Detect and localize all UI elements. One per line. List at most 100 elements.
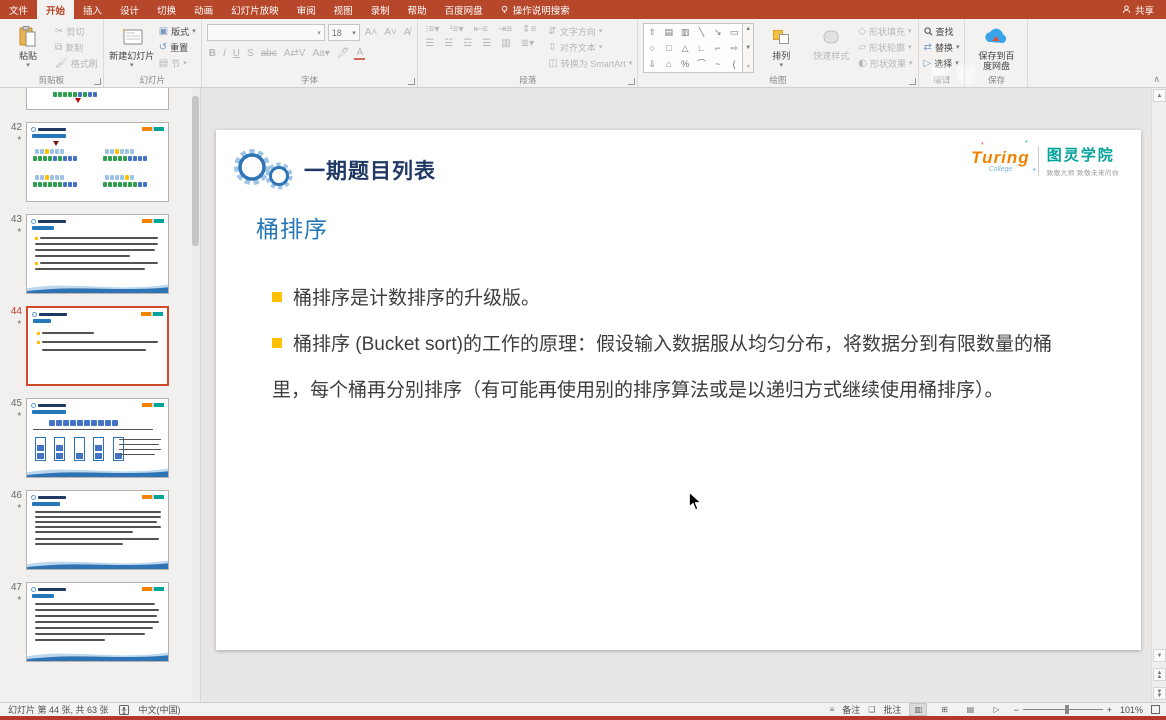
cut-button[interactable]: ✂ 剪切 bbox=[55, 23, 98, 39]
reading-view-button[interactable]: ▤ bbox=[961, 703, 979, 716]
reset-button[interactable]: ↺ 重置 bbox=[159, 39, 196, 55]
language-status[interactable]: 中文(中国) bbox=[139, 703, 181, 716]
tab-home[interactable]: 开始 bbox=[37, 0, 75, 19]
zoom-slider-thumb[interactable] bbox=[1064, 705, 1069, 714]
thumbnail-slide-47[interactable]: 47 ★ bbox=[2, 582, 200, 662]
tab-view[interactable]: 视图 bbox=[325, 0, 362, 19]
shape-fill-button[interactable]: ◇ 形状填充 ▾ bbox=[858, 23, 912, 39]
tab-baidu-netdisk[interactable]: 百度网盘 bbox=[436, 0, 492, 19]
columns-button[interactable]: ▥ bbox=[499, 38, 512, 49]
scroll-down-button[interactable]: ▼ bbox=[1153, 649, 1166, 662]
justify-button[interactable]: ☰ bbox=[480, 38, 493, 49]
tab-slideshow[interactable]: 幻灯片放映 bbox=[222, 0, 288, 19]
paragraph-dialog-launcher[interactable] bbox=[628, 78, 636, 85]
text-direction-button[interactable]: ⇵ 文字方向 ▾ bbox=[548, 23, 632, 39]
save-to-baidu-button[interactable]: 保存到百度网盘 bbox=[970, 23, 1022, 74]
change-case-button[interactable]: Aa▾ bbox=[310, 48, 331, 59]
zoom-out-button[interactable]: − bbox=[1013, 705, 1018, 715]
highlight-color-button[interactable]: 🖊 bbox=[335, 48, 352, 59]
thumbnail-slide-45[interactable]: 45 ★ bbox=[2, 398, 200, 478]
zoom-in-button[interactable]: + bbox=[1107, 705, 1112, 715]
clipboard-dialog-launcher[interactable] bbox=[93, 78, 101, 85]
font-size-combo[interactable]: 18 ▾ bbox=[327, 24, 360, 41]
notes-button[interactable]: 备注 bbox=[842, 703, 860, 716]
bold-button[interactable]: B bbox=[207, 48, 218, 59]
quick-styles-button[interactable]: 快速样式 bbox=[808, 23, 854, 74]
accessibility-checker-icon[interactable] bbox=[118, 704, 129, 715]
tab-review[interactable]: 审阅 bbox=[288, 0, 325, 19]
strikethrough-button[interactable]: abc bbox=[259, 48, 279, 59]
mouse-cursor bbox=[688, 491, 702, 511]
drawing-dialog-launcher[interactable] bbox=[908, 78, 916, 85]
convert-smartart-button[interactable]: ◫ 转换为 SmartArt ▾ bbox=[548, 55, 632, 71]
tab-animations[interactable]: 动画 bbox=[185, 0, 222, 19]
align-text-button[interactable]: ⇳ 对齐文本 ▾ bbox=[548, 39, 632, 55]
new-slide-dropdown-arrow[interactable]: ▾ bbox=[130, 61, 134, 71]
thumbnail-slide-42[interactable]: 42 ★ bbox=[2, 122, 200, 202]
shadow-button[interactable]: S bbox=[245, 48, 256, 59]
thumbnail-slide-41-partial[interactable] bbox=[2, 88, 200, 110]
font-dialog-launcher[interactable] bbox=[408, 78, 416, 85]
replace-button[interactable]: ⇄ 替换 ▾ bbox=[924, 39, 960, 55]
tell-me-search[interactable]: 操作说明搜索 bbox=[492, 0, 578, 19]
shapes-gallery[interactable]: ⇧ ▤ ▥ ╲ ↘ ▭ ○ □ △ ∟ ⌐ ⇨ ⇩ ⌂% ⌒ ~( bbox=[643, 23, 744, 73]
new-slide-button[interactable]: 新建幻灯片 ▾ bbox=[109, 23, 155, 74]
bullets-button[interactable]: ⁝≡▾ bbox=[423, 24, 441, 35]
normal-view-button[interactable]: ▥ bbox=[909, 703, 928, 716]
clear-formatting-button[interactable]: A̸ bbox=[402, 27, 413, 38]
copy-button[interactable]: ⧉ 复制 bbox=[55, 39, 98, 55]
previous-slide-button[interactable]: ▲ ▲ bbox=[1153, 668, 1166, 681]
lightbulb-icon bbox=[501, 5, 507, 14]
share-button[interactable]: 共享 bbox=[1135, 3, 1154, 17]
decrease-indent-button[interactable]: ⇤≡ bbox=[472, 24, 490, 35]
font-color-button[interactable]: A bbox=[354, 47, 366, 60]
layout-button[interactable]: ▣ 版式 ▾ bbox=[159, 23, 196, 39]
shape-outline-button[interactable]: ▱ 形状轮廓 ▾ bbox=[858, 39, 912, 55]
fit-slide-to-window-button[interactable] bbox=[1151, 705, 1160, 714]
thumbnail-panel-scrollbar[interactable] bbox=[191, 88, 200, 702]
grow-font-button[interactable]: A˄ bbox=[363, 27, 380, 38]
select-button[interactable]: ▷ 选择 ▾ bbox=[924, 55, 960, 71]
paste-button[interactable]: 粘贴 ▾ bbox=[5, 23, 51, 74]
next-slide-button[interactable]: ▼ ▼ bbox=[1153, 687, 1166, 700]
find-button[interactable]: 查找 bbox=[923, 23, 960, 39]
tab-record[interactable]: 录制 bbox=[362, 0, 399, 19]
thumbnail-slide-43[interactable]: 43 ★ bbox=[2, 214, 200, 294]
numbering-button[interactable]: ¹≡▾ bbox=[447, 24, 465, 35]
format-painter-button[interactable]: 🖌 格式刷 bbox=[55, 55, 98, 71]
shapes-gallery-scroll[interactable]: ▲ ▼ ▿ bbox=[743, 23, 755, 73]
current-slide-canvas[interactable]: 一期题目列表 * * * Turing College 图灵学院 致敬大师 致敬… bbox=[216, 130, 1141, 650]
char-spacing-button[interactable]: A⇄V bbox=[282, 48, 308, 59]
shrink-font-button[interactable]: A˅ bbox=[382, 27, 399, 38]
increase-indent-button[interactable]: ⇥≡ bbox=[496, 24, 514, 35]
align-left-button[interactable]: ☰ bbox=[423, 38, 436, 49]
group-font: ▾ 18 ▾ A˄ A˅ A̸ B I U S abc A⇄V Aa▾ 🖊 A 字… bbox=[202, 19, 419, 87]
slide-sorter-view-button[interactable]: ⊞ bbox=[935, 703, 953, 716]
slide-area-scrollbar[interactable]: ▲ ▼ ▲ ▲ ▼ ▼ bbox=[1151, 88, 1166, 702]
thumbnail-slide-46[interactable]: 46 ★ bbox=[2, 490, 200, 570]
scroll-up-button[interactable]: ▲ bbox=[1153, 89, 1166, 102]
thumb-number: 46 bbox=[10, 490, 22, 501]
shape-effects-button[interactable]: ◐ 形状效果 ▾ bbox=[858, 55, 912, 71]
zoom-level-label[interactable]: 101% bbox=[1120, 705, 1143, 715]
slideshow-button[interactable]: ▷ bbox=[987, 703, 1005, 716]
tab-file[interactable]: 文件 bbox=[0, 0, 37, 19]
align-center-button[interactable]: ☱ bbox=[442, 38, 455, 49]
section-button[interactable]: ▤ 节 ▾ bbox=[159, 55, 196, 71]
tab-transitions[interactable]: 切换 bbox=[148, 0, 185, 19]
collapse-ribbon-button[interactable]: ∧ bbox=[1153, 74, 1160, 85]
tab-help[interactable]: 帮助 bbox=[399, 0, 436, 19]
tab-design[interactable]: 设计 bbox=[111, 0, 148, 19]
zoom-slider-track[interactable] bbox=[1022, 705, 1103, 714]
thumbnail-slide-44-selected[interactable]: 44 ★ bbox=[2, 306, 200, 386]
align-right-button[interactable]: ☲ bbox=[461, 38, 474, 49]
tab-insert[interactable]: 插入 bbox=[74, 0, 111, 19]
arrange-button[interactable]: 排列 ▾ bbox=[758, 23, 804, 74]
font-name-combo[interactable]: ▾ bbox=[206, 24, 325, 41]
underline-button[interactable]: U bbox=[231, 48, 242, 59]
comments-button[interactable]: 批注 bbox=[883, 703, 901, 716]
paste-dropdown-arrow[interactable]: ▾ bbox=[26, 61, 30, 71]
line-spacing-button[interactable]: ⇕≡ bbox=[520, 24, 538, 35]
distribute-button[interactable]: ≣▾ bbox=[519, 38, 536, 49]
italic-button[interactable]: I bbox=[221, 48, 228, 59]
